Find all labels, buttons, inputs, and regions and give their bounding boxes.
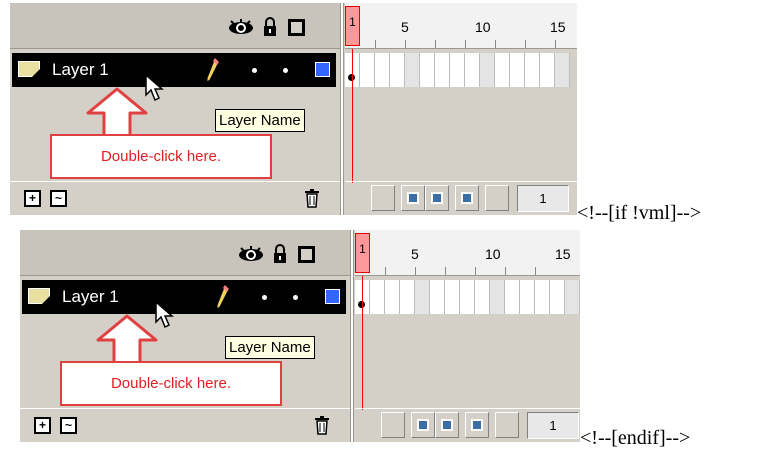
insert-layer-icon[interactable]: + [24, 190, 41, 207]
pencil-icon [206, 57, 220, 83]
timeline-footer: 1 [355, 408, 580, 442]
ruler-label: 10 [485, 246, 501, 262]
timeline-screenshot-1: Layer 1 Layer Name Double-click here. + … [10, 3, 577, 215]
playhead[interactable]: 1 [355, 233, 370, 273]
onion-skin-icon[interactable] [401, 185, 425, 211]
eye-icon[interactable] [238, 244, 264, 264]
layer-row[interactable]: Layer 1 [12, 53, 336, 87]
outline-color-square[interactable] [315, 62, 330, 77]
vml-endif-comment: <!--[endif]--> [580, 427, 691, 449]
ruler-label: 15 [555, 246, 571, 262]
layer-name-tooltip: Layer Name [225, 336, 315, 359]
layer-panel: Layer 1 Layer Name Double-click here. + … [10, 3, 340, 215]
visibility-dot[interactable] [262, 295, 267, 300]
layer-row[interactable]: Layer 1 [22, 280, 346, 314]
timeline-panel: 5 10 15 1 1 [345, 3, 577, 215]
outline-color-square[interactable] [325, 289, 340, 304]
insert-layer-icon[interactable]: + [34, 417, 51, 434]
timeline-screenshot-2: Layer 1 Layer Name Double-click here. + … [20, 230, 580, 442]
layer-panel-header [10, 3, 340, 49]
lock-icon[interactable] [270, 244, 290, 264]
onion-outline-icon[interactable] [425, 185, 449, 211]
modify-onion-markers-icon[interactable] [485, 185, 509, 211]
frame-cells[interactable] [345, 53, 577, 87]
layer-panel: Layer 1 Layer Name Double-click here. + … [20, 230, 350, 442]
edit-multiple-frames-icon[interactable] [465, 412, 489, 438]
outline-icon[interactable] [286, 17, 306, 37]
instruction-callout: Double-click here. [60, 361, 282, 406]
playhead[interactable]: 1 [345, 6, 360, 46]
center-frame-icon[interactable] [381, 412, 405, 438]
trash-icon[interactable] [314, 415, 330, 435]
current-frame-field: 1 [527, 412, 579, 439]
ruler-label: 15 [550, 19, 566, 35]
timeline-footer: 1 [345, 181, 577, 215]
onion-outline-icon[interactable] [435, 412, 459, 438]
frame-ruler: 5 10 15 1 [345, 3, 577, 49]
modify-onion-markers-icon[interactable] [495, 412, 519, 438]
layer-icon [18, 61, 40, 77]
edit-multiple-frames-icon[interactable] [455, 185, 479, 211]
layer-panel-footer: + ~ [10, 181, 340, 215]
trash-icon[interactable] [304, 188, 320, 208]
vml-if-comment: <!--[if !vml]--> [577, 202, 702, 224]
playhead-line [352, 49, 353, 183]
ruler-label: 5 [401, 19, 409, 35]
frame-cells[interactable] [355, 280, 580, 314]
ruler-label: 10 [475, 19, 491, 35]
timeline-panel: 5 10 15 1 1 [355, 230, 580, 442]
playhead-line [362, 276, 363, 410]
layer-name-tooltip: Layer Name [215, 109, 305, 132]
motion-guide-icon[interactable]: ~ [60, 417, 77, 434]
frame-ruler: 5 10 15 1 [355, 230, 580, 276]
instruction-callout: Double-click here. [50, 134, 272, 179]
onion-skin-icon[interactable] [411, 412, 435, 438]
motion-guide-icon[interactable]: ~ [50, 190, 67, 207]
layer-name-label[interactable]: Layer 1 [62, 287, 119, 307]
center-frame-icon[interactable] [371, 185, 395, 211]
pencil-icon [216, 284, 230, 310]
eye-icon[interactable] [228, 17, 254, 37]
panel-divider[interactable] [340, 3, 344, 215]
current-frame-field: 1 [517, 185, 569, 212]
layer-name-label[interactable]: Layer 1 [52, 60, 109, 80]
outline-icon[interactable] [296, 244, 316, 264]
panel-divider[interactable] [350, 230, 354, 442]
lock-dot[interactable] [283, 68, 288, 73]
layer-panel-footer: + ~ [20, 408, 350, 442]
layer-icon [28, 288, 50, 304]
ruler-label: 5 [411, 246, 419, 262]
lock-icon[interactable] [260, 17, 280, 37]
visibility-dot[interactable] [252, 68, 257, 73]
lock-dot[interactable] [293, 295, 298, 300]
layer-panel-header [20, 230, 350, 276]
